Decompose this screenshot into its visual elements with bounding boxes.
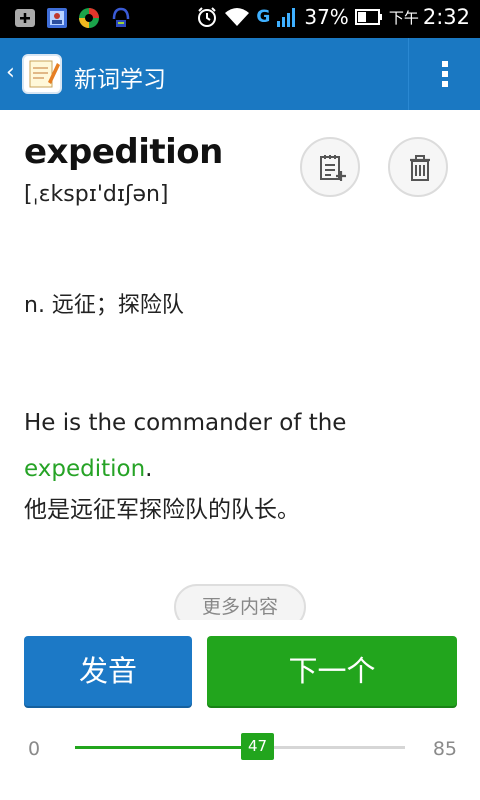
clock-time: 2:32 xyxy=(422,5,470,29)
add-note-icon xyxy=(320,155,346,181)
battery-icon xyxy=(354,9,382,25)
clock-ampm: 下午 xyxy=(388,8,419,27)
page-title: 新词学习 xyxy=(74,67,166,93)
back-button[interactable]: ‹ xyxy=(0,38,72,110)
app-notification-icon xyxy=(78,7,100,29)
progress-max-label: 85 xyxy=(432,738,457,760)
wifi-icon xyxy=(225,8,250,26)
progress-min-label: 0 xyxy=(28,738,41,760)
example-text-before: He is the commander of the xyxy=(24,410,347,436)
download-notification-icon xyxy=(110,7,132,29)
app-logo-icon xyxy=(22,54,62,94)
next-word-button[interactable]: 下一个 xyxy=(207,636,457,706)
app-bar: ‹ 新词学习 xyxy=(0,38,480,110)
signal-icon xyxy=(277,8,296,27)
add-notification-icon xyxy=(14,7,36,29)
delete-button[interactable] xyxy=(388,137,448,197)
network-type: G xyxy=(256,7,271,27)
example-sentence: He is the commander of the expedition. xyxy=(24,400,464,492)
status-bar: G 37% 下午 2:32 xyxy=(0,0,480,38)
add-note-button[interactable] xyxy=(300,137,360,197)
status-indicators: G 37% 下午 2:32 xyxy=(196,5,470,29)
overflow-menu-button[interactable] xyxy=(408,38,480,110)
notification-icons xyxy=(14,7,132,29)
phonetic-transcription: [ˌɛkspɪ'dɪʃən] xyxy=(24,182,169,207)
definition-text: n. 远征；探险队 xyxy=(24,293,184,318)
contacts-notification-icon xyxy=(46,7,68,29)
pronounce-button[interactable]: 发音 xyxy=(24,636,192,706)
battery-level: 37% xyxy=(304,5,349,29)
back-chevron-icon: ‹ xyxy=(6,60,15,85)
progress-fill xyxy=(75,746,258,749)
content-clip-divider xyxy=(0,620,480,634)
headword: expedition xyxy=(24,132,223,172)
progress-thumb[interactable]: 47 xyxy=(240,733,274,760)
delete-icon xyxy=(410,155,430,181)
example-highlight-word: expedition xyxy=(24,456,146,482)
example-text-after: . xyxy=(145,456,153,482)
alarm-icon xyxy=(198,7,217,27)
example-translation: 他是远征军探险队的队长。 xyxy=(24,497,300,523)
